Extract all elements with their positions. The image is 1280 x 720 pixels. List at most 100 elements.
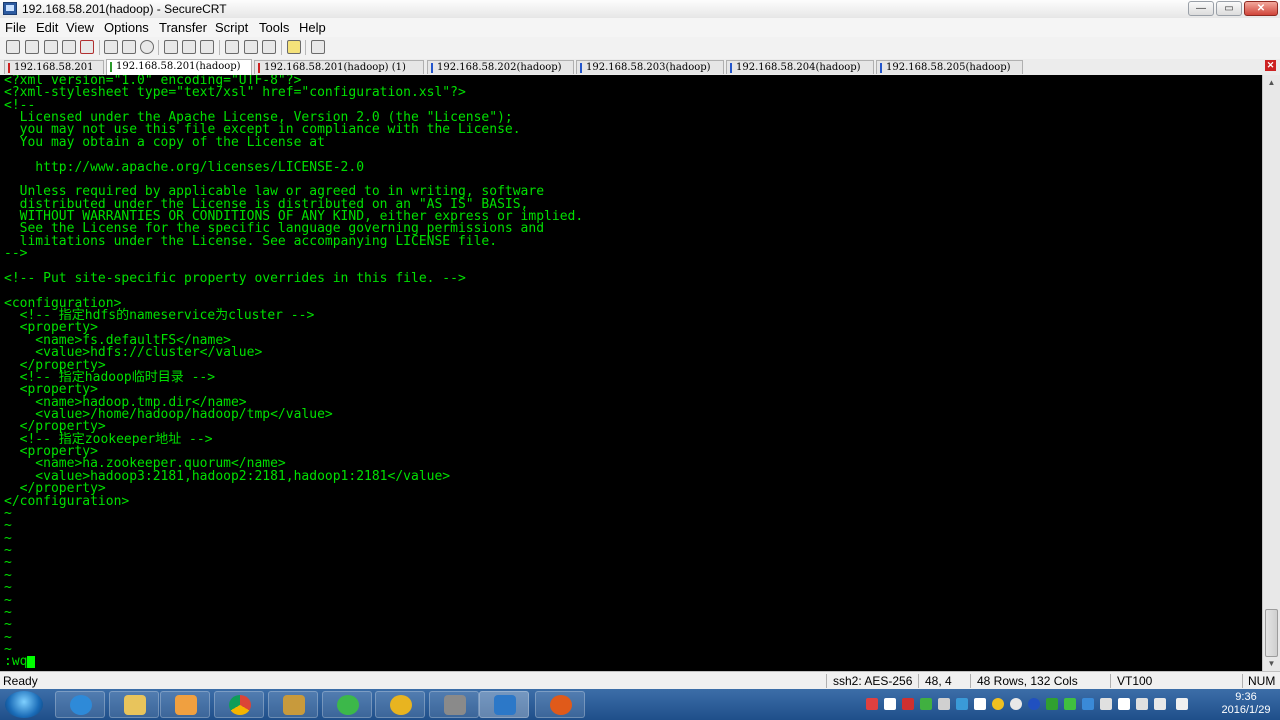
help-icon[interactable] (287, 40, 301, 54)
tray-security-icon[interactable] (920, 698, 932, 710)
tab-192-168-58-204-hadoop[interactable]: 192.168.58.204(hadoop) (726, 60, 874, 74)
package-app-icon[interactable] (268, 691, 318, 718)
tray-flag2-icon[interactable] (1118, 698, 1130, 710)
tab-192-168-58-201-hadoop-1[interactable]: 192.168.58.201(hadoop) (1) (254, 60, 424, 74)
session-options-icon[interactable] (225, 40, 239, 54)
tray-monitor-icon[interactable] (1082, 698, 1094, 710)
reconnect-icon[interactable] (62, 40, 76, 54)
terminal-line: <?xml-stylesheet type="text/xsl" href="c… (4, 85, 466, 101)
maximize-button[interactable]: ▭ (1216, 1, 1242, 16)
paste-icon[interactable] (122, 40, 136, 54)
tray-flag-icon[interactable] (884, 698, 896, 710)
status-ready: Ready (3, 674, 38, 688)
terminal-cursor (27, 656, 36, 668)
tray-qq2-icon[interactable] (1010, 698, 1022, 710)
tab-192-168-58-205-hadoop[interactable]: 192.168.58.205(hadoop) (876, 60, 1023, 74)
tab-192-168-58-203-hadoop[interactable]: 192.168.58.203(hadoop) (576, 60, 724, 74)
scrollbar-thumb[interactable] (1265, 609, 1278, 657)
menu-bar: File Edit View Options Transfer Script T… (0, 18, 1280, 37)
tray-update-icon[interactable] (1046, 698, 1058, 710)
tab-192-168-58-202-hadoop[interactable]: 192.168.58.202(hadoop) (427, 60, 574, 74)
status-emulation: VT100 (1117, 674, 1153, 688)
minimize-button[interactable]: — (1188, 1, 1214, 16)
menu-tools[interactable]: Tools (259, 20, 289, 35)
terminal-line: You may obtain a copy of the License at (4, 134, 325, 150)
status-cursor-position: 48, 4 (925, 674, 952, 688)
menu-options[interactable]: Options (104, 20, 149, 35)
tray-device-icon[interactable] (1100, 698, 1112, 710)
internet-explorer-icon[interactable] (55, 691, 105, 718)
taskbar-clock[interactable]: 9:36 2016/1/29 (1216, 691, 1276, 717)
terminal-line: </configuration> (4, 493, 130, 509)
terminal-scrollbar[interactable]: ▲ ▼ (1262, 75, 1280, 671)
keymap-icon[interactable] (311, 40, 325, 54)
tray-qq-icon[interactable] (992, 698, 1004, 710)
game-app-icon[interactable] (535, 691, 585, 718)
tray-bluetooth-icon[interactable] (1028, 698, 1040, 710)
printer-app-icon[interactable] (429, 691, 479, 718)
refresh-app-icon[interactable] (322, 691, 372, 718)
menu-view[interactable]: View (66, 20, 94, 35)
status-numlock: NUM (1248, 674, 1276, 688)
quick-connect-icon[interactable] (25, 40, 39, 54)
tab-192-168-58-201[interactable]: 192.168.58.201 (4, 60, 104, 74)
close-tab-icon[interactable]: ✕ (1265, 60, 1276, 71)
toolbar-divider (219, 40, 220, 55)
vim-command-text: :wq (4, 654, 28, 669)
session-tab-bar: 192.168.58.201 192.168.58.201(hadoop) 19… (0, 59, 1280, 76)
e-app-icon[interactable] (375, 691, 425, 718)
clock-date: 2016/1/29 (1221, 704, 1271, 716)
close-window-button[interactable]: ✕ (1244, 1, 1278, 16)
toolbar-divider (158, 40, 159, 55)
start-button-icon[interactable] (5, 691, 43, 718)
print-icon[interactable] (200, 40, 214, 54)
sftp-icon[interactable] (262, 40, 276, 54)
tray-windows-icon[interactable] (974, 698, 986, 710)
status-terminal-size: 48 Rows, 132 Cols (977, 674, 1078, 688)
tray-network-icon[interactable] (938, 698, 950, 710)
windows-taskbar: 9:36 2016/1/29 (0, 689, 1280, 720)
securecrt-taskbar-icon[interactable] (479, 691, 529, 718)
toolbar-divider (281, 40, 282, 55)
send-icon[interactable] (164, 40, 178, 54)
tray-signal-icon[interactable] (1176, 698, 1188, 710)
tray-volume-icon[interactable] (1154, 698, 1166, 710)
terminal-output[interactable]: <?xml version="1.0" encoding="UTF-8"?> <?… (0, 75, 1262, 671)
copy-icon[interactable] (104, 40, 118, 54)
menu-edit[interactable]: Edit (36, 20, 58, 35)
scroll-down-icon[interactable]: ▼ (1265, 658, 1278, 669)
status-divider (826, 674, 827, 688)
tray-shield-icon[interactable] (956, 698, 968, 710)
log-session-icon[interactable] (182, 40, 196, 54)
terminal-line: <!-- Put site-specific property override… (4, 270, 466, 286)
terminal-line: http://www.apache.org/licenses/LICENSE-2… (4, 159, 365, 175)
terminal-line: --> (4, 246, 28, 262)
connect-icon[interactable] (6, 40, 20, 54)
status-divider (1242, 674, 1243, 688)
find-icon[interactable] (140, 40, 154, 54)
tab-192-168-58-201-hadoop[interactable]: 192.168.58.201(hadoop) (106, 59, 252, 75)
clock-time: 9:36 (1235, 691, 1257, 703)
status-cipher: ssh2: AES-256 (833, 674, 913, 688)
menu-script[interactable]: Script (215, 20, 248, 35)
tray-360-icon[interactable] (1064, 698, 1076, 710)
tray-sogou-icon[interactable] (866, 698, 878, 710)
scroll-up-icon[interactable]: ▲ (1265, 77, 1278, 88)
tray-input-icon[interactable] (902, 698, 914, 710)
menu-transfer[interactable]: Transfer (159, 20, 207, 35)
vim-command-line[interactable]: :wq (4, 654, 36, 669)
menu-help[interactable]: Help (299, 20, 326, 35)
chrome-icon[interactable] (214, 691, 264, 718)
connect-in-tab-icon[interactable] (44, 40, 58, 54)
securecrt-app-icon (3, 2, 17, 15)
disconnect-icon[interactable] (80, 40, 94, 54)
terminal-line: limitations under the License. See accom… (4, 233, 498, 249)
status-divider (918, 674, 919, 688)
menu-file[interactable]: File (5, 20, 26, 35)
status-divider (1110, 674, 1111, 688)
tray-usb-icon[interactable] (1136, 698, 1148, 710)
file-explorer-icon[interactable] (109, 691, 159, 718)
media-player-icon[interactable] (160, 691, 210, 718)
global-options-icon[interactable] (244, 40, 258, 54)
status-divider (970, 674, 971, 688)
